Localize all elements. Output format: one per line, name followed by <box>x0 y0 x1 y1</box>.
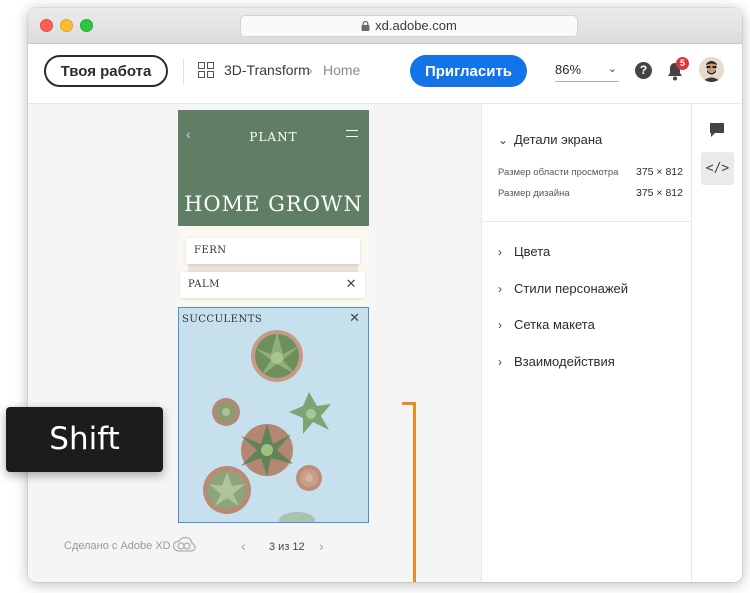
chevron-down-icon: ⌄ <box>607 63 617 75</box>
card-palm[interactable]: PALM ✕ <box>180 272 365 298</box>
url-text: xd.adobe.com <box>375 18 457 33</box>
close-icon[interactable]: ✕ <box>346 277 357 292</box>
menu-icon[interactable] <box>346 130 358 144</box>
viewport-size-label: Размер области просмотра <box>498 167 619 178</box>
chevron-right-icon: › <box>498 318 502 332</box>
close-icon[interactable]: ✕ <box>349 311 360 326</box>
avatar-image <box>699 57 724 82</box>
screen-pager: 3 из 12 <box>269 541 305 553</box>
card-label: PALM <box>188 279 220 290</box>
notification-badge: 5 <box>676 57 689 70</box>
chevron-right-icon: › <box>498 282 502 296</box>
next-screen-icon[interactable]: › <box>319 538 324 554</box>
made-with-xd-label: Сделано с Adobe XD <box>64 540 171 552</box>
card-label: FERN <box>194 245 227 256</box>
breadcrumb-page: Home <box>323 62 361 78</box>
invite-button[interactable]: Пригласить <box>410 55 527 87</box>
address-bar[interactable]: xd.adobe.com <box>240 15 578 37</box>
artboard-preview[interactable]: ‹ PLANT HOME GROWN FERN PALM ✕ SUCCULENT… <box>178 110 369 523</box>
design-size-value: 375 × 812 <box>635 187 683 199</box>
chevron-right-icon: › <box>498 355 502 369</box>
your-work-button[interactable]: Твоя работа <box>44 55 168 87</box>
section-title: Цвета <box>514 244 551 259</box>
help-icon[interactable]: ? <box>635 62 652 79</box>
plant-logo: PLANT <box>249 130 298 144</box>
hero-title: HOME GROWN <box>184 192 363 216</box>
section-character-styles[interactable]: › Стили персонажей <box>498 281 628 296</box>
succulents-photo <box>203 330 331 522</box>
close-window-button[interactable] <box>40 19 53 32</box>
section-title: Сетка макета <box>514 317 595 332</box>
creative-cloud-icon[interactable] <box>172 536 196 554</box>
prototype-canvas: ‹ PLANT HOME GROWN FERN PALM ✕ SUCCULENT… <box>28 104 481 582</box>
browser-titlebar: xd.adobe.com <box>28 8 742 44</box>
xd-appbar: Твоя работа 3D-Transform › Home Пригласи… <box>28 44 742 104</box>
section-interactions[interactable]: › Взаимодействия <box>498 354 615 369</box>
keypress-overlay: Shift <box>6 407 163 472</box>
lock-icon <box>361 21 370 31</box>
avatar[interactable] <box>699 57 724 82</box>
code-icon[interactable]: </> <box>701 152 734 185</box>
right-rail: </> <box>691 104 742 582</box>
panel-divider <box>482 221 692 222</box>
minimize-window-button[interactable] <box>60 19 73 32</box>
grid-view-icon[interactable] <box>198 62 214 78</box>
card-succulents-selected[interactable]: SUCCULENTS ✕ <box>178 307 369 523</box>
selection-bracket <box>402 402 416 582</box>
breadcrumb-chevron-icon: › <box>308 62 313 78</box>
viewport-size-value: 375 × 812 <box>635 166 683 178</box>
section-title: Стили персонажей <box>514 281 629 296</box>
design-size-label: Размер дизайна <box>498 188 570 199</box>
previous-screen-icon[interactable]: ‹ <box>241 538 246 554</box>
comment-icon[interactable] <box>709 122 725 138</box>
section-title: Детали экрана <box>514 132 603 147</box>
breadcrumb-project[interactable]: 3D-Transform <box>224 62 310 78</box>
zoom-select[interactable]: 86% ⌄ <box>555 60 619 82</box>
section-screen-details[interactable]: ⌄ Детали экрана <box>498 132 602 147</box>
chevron-down-icon: ⌄ <box>498 133 509 147</box>
card-label: SUCCULENTS <box>182 314 263 325</box>
section-colors[interactable]: › Цвета <box>498 244 550 259</box>
section-layout-grid[interactable]: › Сетка макета <box>498 317 595 332</box>
inspect-panel: ⌄ Детали экрана Размер области просмотра … <box>481 104 692 582</box>
maximize-window-button[interactable] <box>80 19 93 32</box>
section-title: Взаимодействия <box>514 354 615 369</box>
chevron-right-icon: › <box>498 245 502 259</box>
card-fern[interactable]: FERN <box>186 238 360 264</box>
browser-window: xd.adobe.com Твоя работа 3D-Transform › … <box>28 8 742 582</box>
hero-banner: ‹ PLANT HOME GROWN <box>178 110 369 226</box>
zoom-value: 86% <box>555 62 582 77</box>
appbar-divider <box>183 58 184 84</box>
